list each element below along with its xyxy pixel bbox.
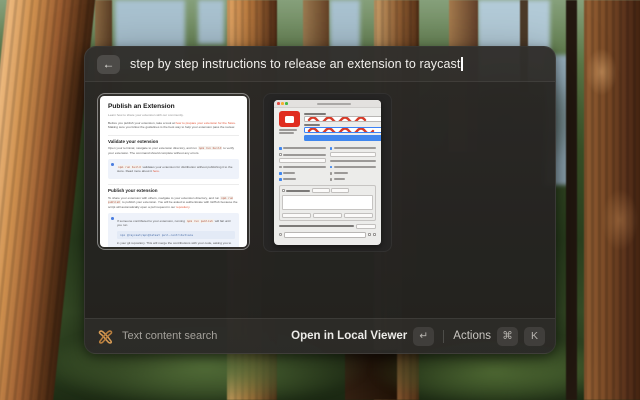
info-icon <box>111 163 114 166</box>
actions-menu-label[interactable]: Actions <box>453 330 491 342</box>
doc-page: Publish an Extension Learn how to share … <box>100 96 247 247</box>
doc-heading-validate: Validate your extension <box>108 135 239 144</box>
info-callout: If someone contributed to your extension… <box>108 213 239 247</box>
redaction-scribble <box>307 116 369 122</box>
search-query-text: step by step instructions to release an … <box>130 57 460 71</box>
file-listbox <box>282 195 373 210</box>
footer-divider <box>443 330 444 343</box>
options-grid <box>279 146 376 182</box>
back-button[interactable]: ← <box>97 55 120 74</box>
apple-id-field <box>304 127 381 133</box>
screen: ← step by step instructions to release a… <box>0 0 640 400</box>
redaction-scribble <box>307 127 381 133</box>
search-input[interactable]: step by step instructions to release an … <box>130 57 463 71</box>
code-block: npx @raycast/api@latest pull-contributio… <box>117 231 235 239</box>
cmd-key-icon[interactable]: ⌘ <box>497 327 518 346</box>
inline-code: npm run build <box>117 165 142 169</box>
launcher-panel: ← step by step instructions to release a… <box>84 46 556 354</box>
redwood-trunk <box>566 0 577 400</box>
close-traffic-light <box>277 102 280 105</box>
mode-label: Text content search <box>122 330 217 342</box>
window-titlebar <box>274 100 381 108</box>
app-icon-red <box>279 111 300 127</box>
progress-row <box>279 232 376 238</box>
window-body <box>274 108 381 241</box>
arrow-left-icon: ← <box>103 57 115 71</box>
doc-link: how to prepare your extension for the St… <box>176 121 236 125</box>
info-icon <box>111 217 114 220</box>
primary-blue-button <box>304 135 381 141</box>
sky-patch <box>198 0 224 44</box>
return-key-icon[interactable]: ↵ <box>413 327 434 346</box>
search-bar: ← step by step instructions to release a… <box>85 47 555 82</box>
results-area: Publish an Extension Learn how to share … <box>85 82 555 318</box>
result-app-thumbnail[interactable] <box>263 93 392 252</box>
doc-heading-publish: Publish your extension <box>108 184 239 193</box>
info-callout: npm run build validates your extension f… <box>108 159 239 179</box>
mac-window <box>274 100 381 245</box>
doc-link: repository <box>176 205 189 209</box>
doc-paragraph: To share your extension with others, nav… <box>108 196 239 210</box>
doc-paragraph: Open your terminal, navigate to your ext… <box>108 146 239 155</box>
text-caret <box>461 57 463 71</box>
tweak-injection-group <box>279 185 376 221</box>
result-doc-thumbnail[interactable]: Publish an Extension Learn how to share … <box>97 93 250 250</box>
status-bar: Text content search Open in Local Viewer… <box>85 318 555 353</box>
doc-title: Publish an Extension <box>108 103 239 110</box>
minimize-traffic-light <box>281 102 284 105</box>
redwood-trunk-right <box>584 0 640 400</box>
doc-paragraph: Before you publish your extension, take … <box>108 121 239 130</box>
inline-code: npm run publish <box>186 219 214 223</box>
device-dropdown <box>304 116 381 122</box>
inline-code: npm run build <box>198 146 223 150</box>
primary-action-label[interactable]: Open in Local Viewer <box>291 330 407 342</box>
window-title-placeholder <box>289 103 378 105</box>
k-key-icon[interactable]: K <box>524 327 545 346</box>
doc-subtitle: Learn how to share your extension with o… <box>108 113 239 117</box>
zoom-traffic-light <box>285 102 288 105</box>
app-logo-x-icon <box>97 328 114 345</box>
